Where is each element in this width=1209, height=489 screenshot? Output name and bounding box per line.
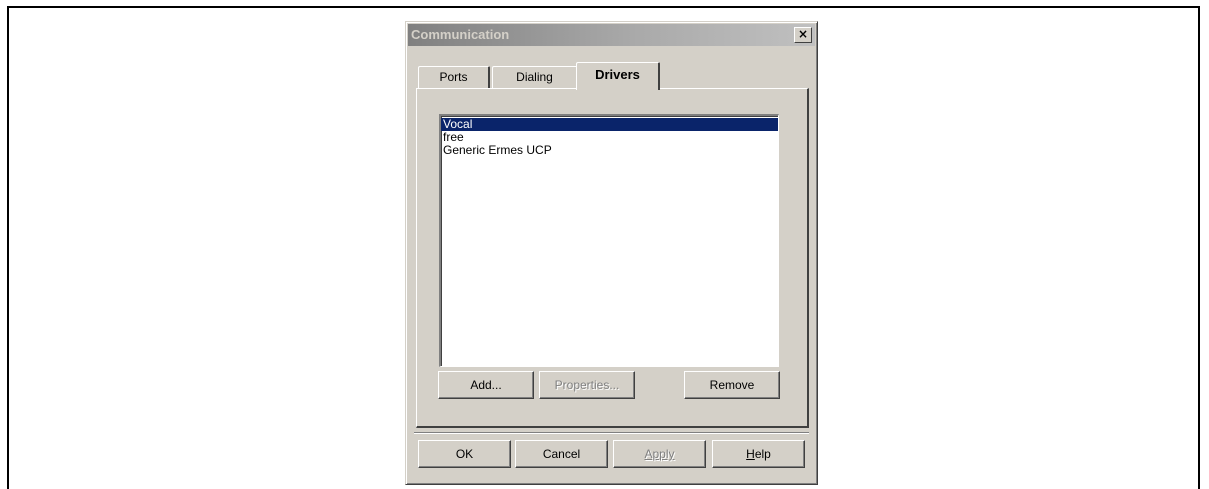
drivers-list[interactable]: Vocal free Generic Ermes UCP <box>439 114 779 367</box>
close-icon[interactable]: × <box>794 27 812 43</box>
ok-button[interactable]: OK <box>418 440 511 468</box>
title-bar[interactable]: Communication × <box>408 24 815 46</box>
help-accelerator: H <box>746 447 755 461</box>
footer-separator <box>414 432 809 434</box>
add-button[interactable]: Add... <box>438 371 534 399</box>
communication-dialog: Communication × Ports Dialing Drivers Vo… <box>405 21 818 485</box>
list-item[interactable]: Generic Ermes UCP <box>441 144 778 157</box>
tab-ports[interactable]: Ports <box>418 66 490 88</box>
cancel-button[interactable]: Cancel <box>515 440 608 468</box>
apply-button[interactable]: Apply <box>613 440 706 468</box>
tab-drivers[interactable]: Drivers <box>576 62 660 90</box>
help-label-rest: elp <box>754 447 771 461</box>
dialog-title: Communication <box>411 27 510 42</box>
properties-button[interactable]: Properties... <box>539 371 635 399</box>
list-item[interactable]: Vocal <box>441 118 778 131</box>
apply-label: Apply <box>644 447 675 461</box>
remove-button[interactable]: Remove <box>684 371 780 399</box>
help-button[interactable]: Help <box>712 440 805 468</box>
tab-dialing[interactable]: Dialing <box>492 66 578 88</box>
